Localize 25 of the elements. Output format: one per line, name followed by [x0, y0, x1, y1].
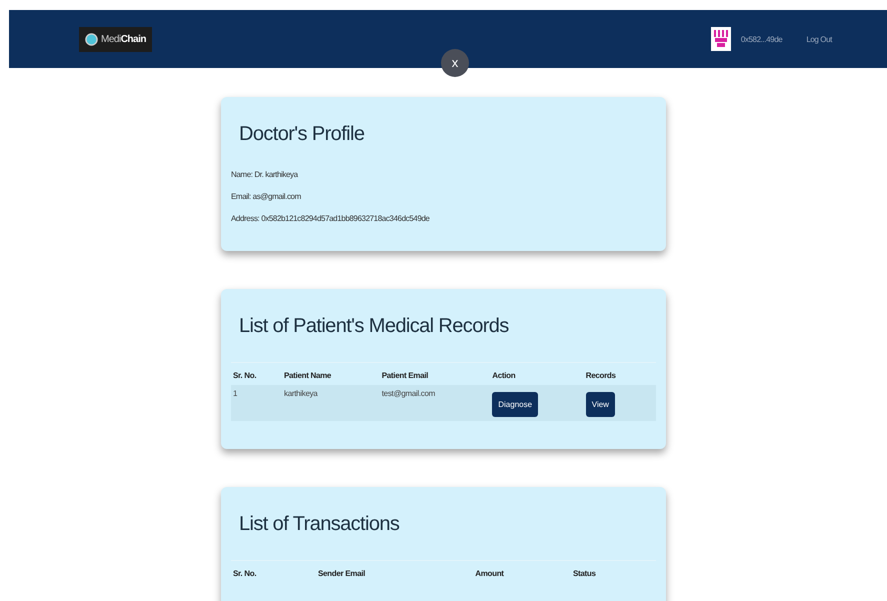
column-header: Records — [584, 370, 617, 382]
account-address: 0x582...49de — [740, 34, 782, 44]
column-header: Sr. No. — [232, 370, 258, 382]
table-button[interactable]: Diagnose — [492, 392, 538, 417]
profile-field: Address: 0x582b121c8294d57ad1bb89632718ac346dc549de — [231, 214, 656, 223]
avatar-icon — [710, 27, 731, 51]
table-cell: 1 — [233, 389, 238, 398]
column-header: Amount — [474, 568, 505, 580]
logo-icon — [85, 32, 98, 46]
column-header: Action — [491, 370, 516, 382]
column-header: Patient Name — [283, 370, 332, 382]
table-button[interactable]: View — [586, 392, 615, 417]
column-header: Sender Email — [317, 568, 366, 580]
table-cell: karthikeya — [284, 389, 318, 398]
profile-field: Email: as@gmail.com — [231, 192, 656, 201]
card-title: List of Patient's Medical Records — [238, 315, 510, 338]
logout-link[interactable]: Log Out — [806, 34, 832, 44]
column-header: Patient Email — [380, 370, 430, 382]
profile-field: Name: Dr. karthikeya — [231, 170, 656, 179]
column-header: Status — [572, 568, 597, 580]
logo[interactable]: MediChain — [79, 26, 152, 52]
table-cell: test@gmail.com — [382, 389, 436, 398]
column-header: Sr. No. — [232, 568, 258, 580]
card-title: Doctor's Profile — [238, 123, 366, 146]
card-title: List of Transactions — [238, 513, 400, 536]
